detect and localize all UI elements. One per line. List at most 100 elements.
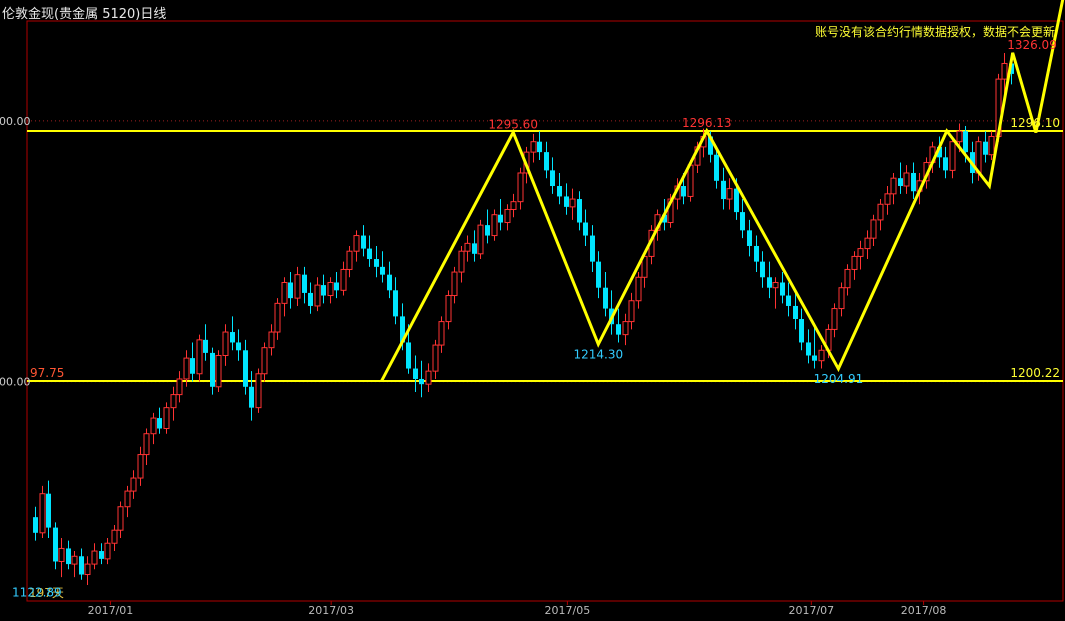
candle-body [99,551,104,559]
x-axis-label: 2017/08 [901,604,947,617]
candle-body [537,141,542,153]
x-axis-label: 2017/03 [308,604,354,617]
candle-body [130,477,137,492]
high-value-label: 1295.60 [488,117,538,131]
candle-body [117,506,124,531]
candle-body [334,282,339,291]
high-value-label: 1326.09 [1007,38,1057,52]
candle-body [419,378,424,385]
candle-body [451,271,458,297]
x-axis-label: 2017/01 [88,604,134,617]
candle-body [432,344,439,372]
candle-body [806,342,811,356]
candle-body [380,266,385,275]
candle-body [255,373,262,409]
high-value-label: 1296.13 [682,116,732,130]
candle-body [340,268,347,291]
candle-body [799,318,804,343]
candle-body [393,290,398,317]
low-value-label: 1204.91 [814,372,864,386]
candle-body [590,235,595,262]
candle-body [983,141,988,155]
candle-body [544,152,549,171]
candle-body [425,370,432,385]
candle-body [71,555,78,565]
candle-body [603,287,608,309]
candle-body [491,214,498,237]
candle-body [230,332,235,343]
candle-body [767,277,772,288]
candle-body [726,188,733,200]
candle-body [243,350,248,387]
candle-body [196,339,203,375]
candle-body [734,188,739,213]
candle-body [79,556,84,575]
candle-body [150,417,157,435]
candle-body [353,235,360,252]
candle-body [445,295,452,323]
candle-body [714,154,719,181]
candle-body [46,493,51,528]
x-axis-label: 2017/07 [788,604,834,617]
plot-frame [26,20,1064,602]
candle-body [890,177,897,195]
candle-body [857,248,864,257]
candle-body [911,172,916,192]
candle-body [327,281,334,297]
candle-body [170,394,177,409]
candle-body [760,261,765,278]
candle-body [215,354,222,388]
candlestick-chart[interactable]: 00.00 00.00 1296.10 1200.22 97.75 1122.89 1295… [0,0,1065,621]
candle-body [1001,62,1008,80]
candle-body [510,201,517,210]
candle-body [780,282,785,296]
candle-body [84,563,91,576]
candle-body [236,342,241,351]
candle-body [877,203,884,221]
candle-body [104,542,111,560]
level-label: 1200.22 [1010,366,1060,380]
candle-body [812,355,817,361]
y-axis-label: 00.00 [0,115,31,128]
candle-body [222,331,229,356]
chart-labels: 00.00 00.00 1296.10 1200.22 97.75 1122.89 1295… [0,38,1060,617]
candle-body [346,250,353,270]
candle-body [477,224,484,255]
level-label: 1296.10 [1010,116,1060,130]
candle-body [190,358,195,374]
candle-body [864,237,871,250]
x-axis-label: 2017/05 [545,604,591,617]
candle-body [721,180,726,200]
candle-body [33,517,38,533]
candles [33,53,1014,585]
candle-body [577,199,582,223]
candle-body [314,284,321,307]
candle-body [838,287,845,310]
candle-body [831,308,838,330]
candle-body [249,386,254,408]
candle-body [635,276,642,302]
candle-body [687,164,694,197]
low-value-label: 1122.89 [12,586,62,600]
candle-body [550,170,555,187]
candle-body [870,219,877,239]
candle-body [943,157,948,171]
candle-body [681,186,686,197]
candle-body [772,281,779,289]
left-level-label: 97.75 [30,366,64,380]
candle-body [616,324,621,335]
candle-body [884,193,891,205]
candle-body [485,225,490,236]
candle-body [517,172,524,203]
candle-body [628,300,635,323]
candle-body [988,135,995,156]
candle-body [58,547,65,562]
candle-body [387,274,392,291]
candle-body [557,186,562,197]
candle-body [374,259,379,267]
candle-body [458,250,465,273]
low-value-label: 1214.30 [574,347,624,361]
candle-body [413,368,418,379]
candle-body [530,141,537,153]
candle-body [163,407,170,430]
